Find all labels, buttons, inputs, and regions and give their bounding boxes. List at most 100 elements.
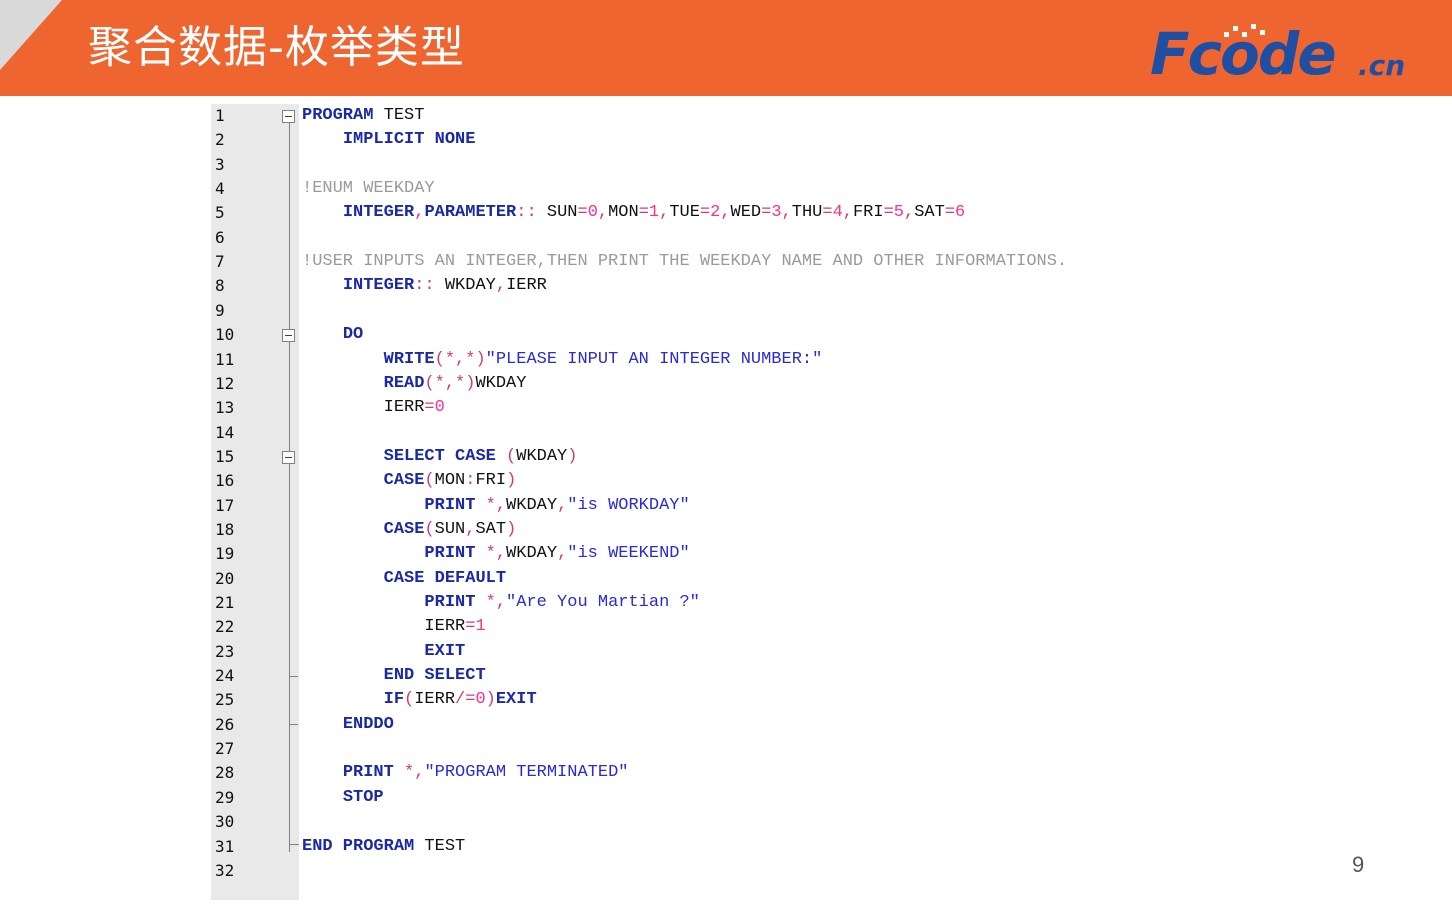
line-number: 6 (215, 227, 225, 247)
code-token-id (302, 203, 343, 222)
line-number: 14 (215, 422, 235, 442)
code-token-op: = (822, 203, 833, 223)
code-token-op: , (903, 203, 915, 223)
code-token-kw: END SELECT (383, 666, 486, 686)
code-token-op: = (424, 398, 435, 418)
code-line: 24 END SELECT (211, 664, 1221, 688)
code-line: 25 IF(IERR/=0)EXIT (211, 688, 1221, 712)
code-token-id: WKDAY (506, 495, 558, 515)
line-number: 27 (215, 739, 235, 759)
code-token-kw: STOP (342, 787, 384, 807)
code-token-kw: CASE (383, 519, 425, 539)
code-token-op: = (761, 203, 772, 223)
code-token-kw: IMPLICIT NONE (342, 130, 476, 150)
code-line: 4 !ENUM WEEKDAY (211, 177, 1221, 201)
code-text: END SELECT (302, 664, 486, 688)
code-token-op: /= (455, 690, 476, 710)
line-number: 17 (215, 495, 235, 515)
code-token-id (302, 715, 343, 734)
code-token-op: , (495, 276, 507, 296)
code-token-str: "Are You Martian ?" (506, 593, 700, 612)
code-token-kw: PRINT (424, 544, 476, 564)
line-number: 10 (215, 325, 235, 345)
code-token-op: , (781, 203, 792, 223)
code-line: 16 CASE(MON:FRI) (211, 469, 1221, 493)
code-line: 17 PRINT *,WKDAY,"is WORKDAY" (211, 494, 1221, 518)
line-number: 30 (215, 812, 235, 832)
code-token-op: ( (404, 690, 415, 710)
code-token-id: WKDAY (516, 446, 568, 466)
code-token-kw: PARAMETER (424, 203, 517, 223)
code-text: !ENUM WEEKDAY (302, 177, 435, 201)
code-token-num: 2 (710, 203, 721, 223)
code-text: INTEGER:: WKDAY,IERR (302, 274, 547, 298)
line-number: 18 (215, 519, 235, 539)
code-text: IF(IERR/=0)EXIT (302, 688, 537, 712)
code-text: INTEGER,PARAMETER:: SUN=0,MON=1,TUE=2,WE… (302, 201, 965, 225)
code-line: 20 CASE DEFAULT (211, 567, 1221, 591)
code-line: 3 (211, 153, 1221, 177)
line-number: 16 (215, 471, 235, 491)
code-token-id (496, 447, 506, 466)
code-token-id (302, 520, 384, 539)
code-line: 28 PRINT *,"PROGRAM TERMINATED" (211, 761, 1221, 785)
code-token-id (302, 130, 343, 149)
code-token-op: (*,*) (434, 349, 486, 369)
code-text: PRINT *,"Are You Martian ?" (302, 591, 700, 615)
code-line: 2 IMPLICIT NONE (211, 128, 1221, 152)
code-token-kw: WRITE (383, 349, 435, 369)
code-token-id (475, 593, 485, 612)
code-token-id: IERR (414, 690, 456, 710)
code-text: WRITE(*,*)"PLEASE INPUT AN INTEGER NUMBE… (302, 348, 823, 372)
code-token-id (302, 569, 384, 588)
code-token-op: * (485, 544, 496, 564)
code-token-id: IERR (506, 276, 547, 296)
code-token-op: * (485, 593, 496, 612)
code-token-num: 0 (475, 690, 486, 710)
code-line: 30 (211, 810, 1221, 834)
code-token-op: : (465, 471, 476, 491)
code-token-id: SAT (914, 203, 945, 223)
code-token-num: 1 (475, 617, 486, 637)
code-token-op: ( (424, 519, 435, 539)
code-token-id (302, 593, 424, 612)
code-text: CASE DEFAULT (302, 567, 506, 591)
code-token-id: SAT (475, 519, 507, 539)
code-token-id (475, 544, 485, 563)
code-text: IERR=0 (302, 396, 445, 420)
header-corner-fold (0, 0, 62, 70)
code-token-id: IERR (302, 398, 425, 418)
logo-domain-suffix: .cn (1358, 49, 1406, 82)
page-number: 9 (1352, 852, 1365, 877)
fcode-logo: Fcode .cn (1150, 22, 1446, 86)
code-token-op: = (465, 617, 476, 637)
line-number: 7 (215, 252, 225, 272)
code-token-op: ) (506, 471, 517, 491)
code-line: 7 !USER INPUTS AN INTEGER,THEN PRINT THE … (211, 250, 1221, 274)
code-token-op: , (659, 203, 670, 223)
line-number: 12 (215, 373, 235, 393)
line-number: 1 (215, 106, 225, 125)
code-token-id (302, 666, 384, 685)
code-token-num: 1 (648, 203, 660, 223)
code-line: 23 EXIT (211, 640, 1221, 664)
code-token-id (302, 544, 424, 563)
code-token-num: 6 (955, 203, 966, 223)
line-number: 19 (215, 544, 235, 564)
code-token-id (302, 788, 343, 807)
code-line: 22 IERR=1 (211, 615, 1221, 639)
code-token-id: TEST (414, 836, 466, 856)
code-text: PRINT *,WKDAY,"is WEEKEND" (302, 542, 689, 566)
code-token-kw: READ (383, 373, 425, 393)
line-number: 4 (215, 179, 225, 199)
code-token-num: 0 (434, 398, 445, 418)
code-token-id (302, 374, 384, 393)
code-line: 14 (211, 421, 1221, 445)
code-token-kw: EXIT (495, 690, 537, 710)
code-text: CASE(SUN,SAT) (302, 518, 517, 542)
code-token-op: , (495, 544, 507, 564)
code-token-op: , (495, 593, 507, 612)
code-token-num: 0 (587, 203, 598, 223)
code-token-id (302, 325, 343, 344)
code-token-id (302, 471, 384, 490)
